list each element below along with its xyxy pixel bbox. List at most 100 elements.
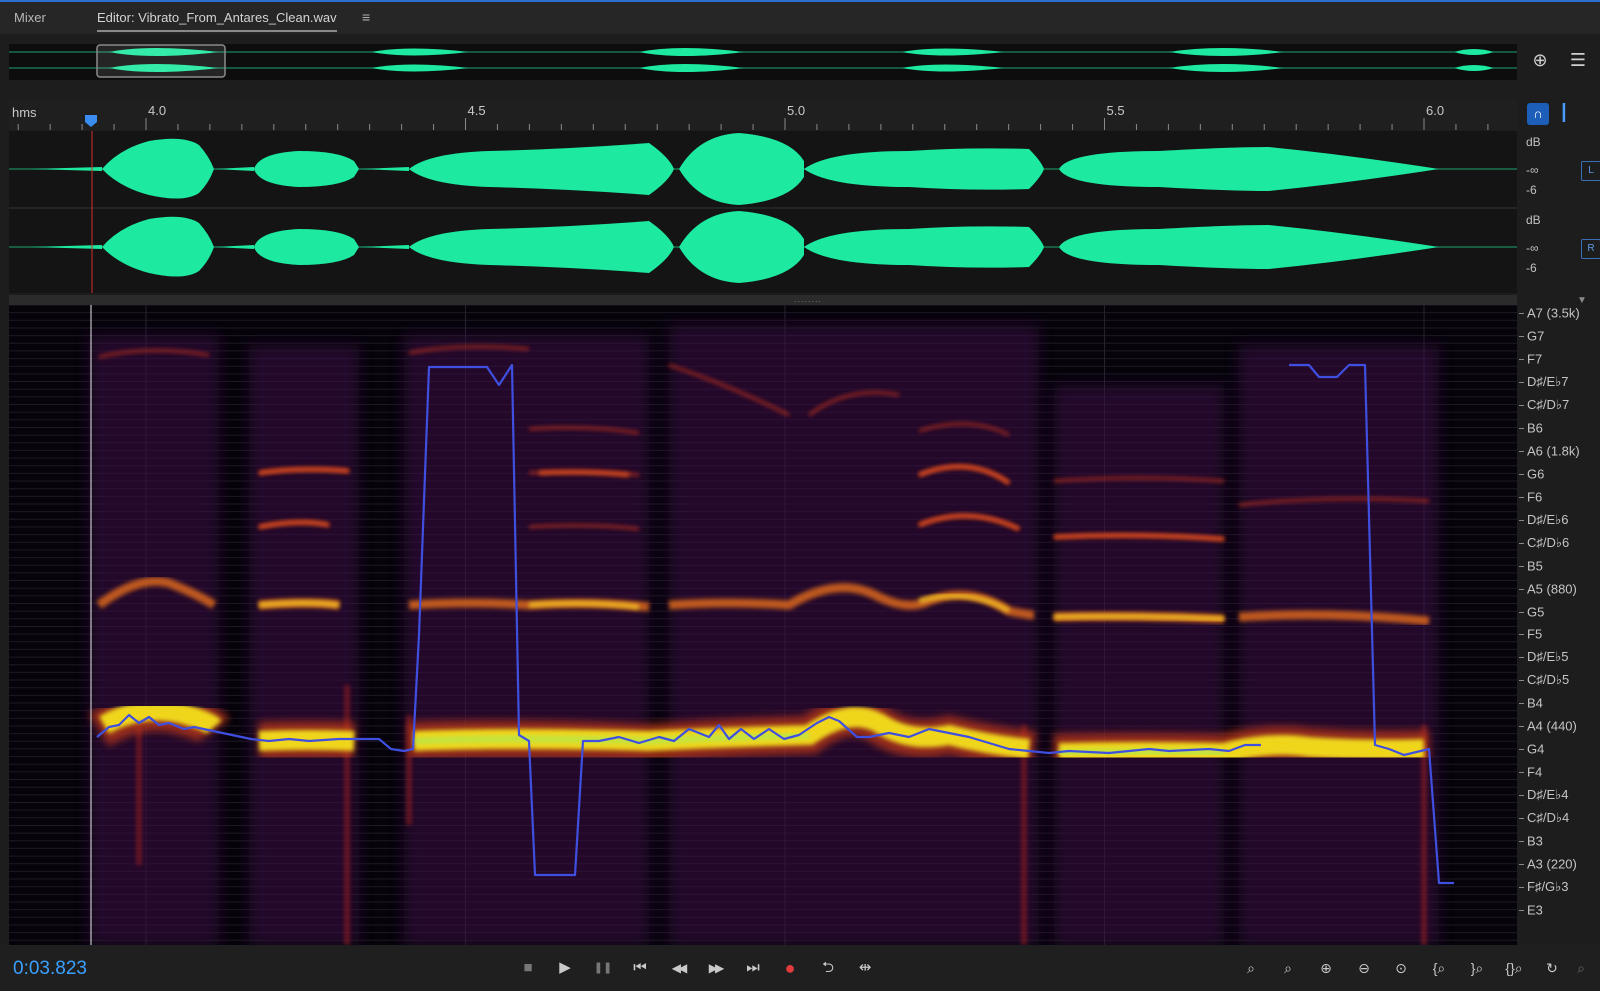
playhead-marker-icon[interactable] (84, 114, 98, 128)
marker-pin-icon[interactable]: ┃ (1556, 103, 1572, 125)
ruler-tick-label: 6.0 (1426, 103, 1444, 118)
pitch-label: G6 (1527, 466, 1545, 482)
pitch-tick (1519, 703, 1524, 705)
zoom-in-amplitude-icon[interactable]: ⌕ (1236, 955, 1266, 981)
left-minus6-label: -6 (1526, 183, 1537, 197)
pitch-label: G7 (1527, 328, 1545, 344)
pitch-tick (1519, 519, 1524, 521)
right-inf-label: -∞ (1526, 241, 1539, 255)
zoom-out-amplitude-icon[interactable]: ⌕ (1273, 955, 1303, 981)
right-channel-wave (29, 211, 1439, 283)
ruler-tick-label: 5.0 (787, 103, 805, 118)
zoom-extra-icon[interactable]: ⌕ (1566, 955, 1596, 981)
current-time-readout[interactable]: 0:03.823 (13, 958, 87, 980)
waveform-display[interactable] (9, 131, 1517, 293)
left-channel-badge[interactable]: L (1581, 161, 1600, 181)
pitch-tick (1519, 611, 1524, 613)
pitch-tick (1519, 313, 1524, 314)
zoom-reset-icon[interactable]: ↻ (1537, 955, 1567, 981)
pitch-label: F7 (1527, 351, 1543, 367)
pitch-label: B6 (1527, 420, 1543, 436)
pitch-tick (1519, 496, 1524, 498)
overview-navigator[interactable] (9, 44, 1517, 80)
right-minus6-label: -6 (1526, 261, 1537, 275)
pitch-label: A5 (880) (1527, 581, 1577, 597)
pitch-label: F5 (1527, 626, 1543, 642)
overview-visible-range[interactable] (96, 44, 226, 78)
right-channel-badge[interactable]: R (1581, 239, 1600, 259)
zoom-selection-icon[interactable]: {}⌕ (1499, 955, 1529, 981)
pitch-tick (1519, 657, 1524, 659)
go-to-end-button[interactable]: ⏭ (739, 955, 767, 981)
ruler-tick-label: 5.5 (1107, 103, 1125, 118)
pitch-label: C♯/D♭7 (1527, 396, 1570, 412)
overview-waveform (9, 44, 1517, 78)
pitch-label: B4 (1527, 695, 1543, 711)
fast-forward-button[interactable]: ▶▶ (701, 955, 729, 981)
pitch-label: F6 (1527, 489, 1543, 505)
pitch-label: F♯/G♭3 (1527, 879, 1569, 895)
pitch-label: D♯/E♭6 (1527, 511, 1569, 527)
zoom-out-time-icon[interactable]: ⊖ (1349, 955, 1379, 981)
transport-bar: 0:03.823 ■ ▶ ❚❚ ⏮ ◀◀ ▶▶ ⏭ ● ⮌ ⇹ ⌕ ⌕ ⊕ ⊖ … (0, 945, 1600, 991)
loop-playback-button[interactable]: ⮌ (814, 955, 842, 981)
panel-tab-bar: Mixer Editor: Vibrato_From_Antares_Clean… (0, 2, 1600, 34)
spectral-canvas (9, 305, 1517, 945)
pitch-tick (1519, 910, 1524, 911)
pitch-label: D♯/E♭4 (1527, 787, 1569, 803)
left-channel-wave (29, 133, 1439, 205)
pause-button[interactable]: ❚❚ (589, 955, 617, 981)
zoom-out-full-icon[interactable]: ⊙ (1386, 955, 1416, 981)
left-db-label: dB (1526, 135, 1541, 149)
pitch-tick (1519, 680, 1524, 682)
view-divider-handle[interactable]: :::::::: (9, 295, 1517, 308)
pitch-tick (1519, 588, 1524, 590)
pitch-tick (1519, 381, 1524, 383)
pitch-tick (1519, 450, 1524, 452)
tab-mixer[interactable]: Mixer (14, 10, 46, 25)
pitch-label: D♯/E♭7 (1527, 373, 1569, 389)
pitch-tick (1519, 749, 1524, 751)
go-to-start-button[interactable]: ⏮ (626, 955, 654, 981)
pitch-label: A3 (220) (1527, 856, 1577, 872)
spectral-pitch-display[interactable] (9, 305, 1517, 945)
time-ruler[interactable]: hms 4.04.55.05.56.06.57.07.58.0 (9, 100, 1517, 130)
right-db-label: dB (1526, 213, 1541, 227)
zoom-in-left-icon[interactable]: {⌕ (1424, 955, 1454, 981)
pitch-tick (1519, 772, 1524, 774)
play-button[interactable]: ▶ (551, 955, 579, 981)
ruler-tick-label: 4.0 (148, 103, 166, 118)
ruler-tick-marks: 4.04.55.05.56.06.57.07.58.0 (17, 103, 1489, 130)
zoom-in-time-icon[interactable]: ⊕ (1311, 955, 1341, 981)
pitch-tick (1519, 795, 1524, 797)
record-button[interactable]: ● (776, 955, 804, 981)
pitch-tick (1519, 887, 1524, 889)
pitch-label: B5 (1527, 558, 1543, 574)
stop-button[interactable]: ■ (514, 955, 542, 981)
skip-selection-button[interactable]: ⇹ (851, 955, 879, 981)
pitch-label: G5 (1527, 604, 1545, 619)
tab-menu-icon[interactable]: ≡ (362, 9, 370, 25)
headphone-icon[interactable]: ∩ (1527, 103, 1549, 125)
pitch-label: D♯/E♭5 (1527, 649, 1569, 665)
pitch-label: E3 (1527, 902, 1543, 918)
pitch-tick (1519, 335, 1524, 337)
pitch-label: A7 (3.5k) (1527, 305, 1580, 321)
pitch-scale: A7 (3.5k) G7 F7 D♯/E♭7 C♯/D♭7 B6 A6 (1.8k) G6 F6… (1519, 305, 1600, 945)
pitch-tick (1519, 634, 1524, 636)
pitch-label: A4 (440) (1527, 718, 1577, 734)
pitch-label: B3 (1527, 833, 1543, 849)
pitch-label: C♯/D♭5 (1527, 672, 1570, 688)
pitch-tick (1519, 565, 1524, 567)
pitch-tick (1519, 542, 1524, 544)
tab-editor[interactable]: Editor: Vibrato_From_Antares_Clean.wav (97, 10, 337, 32)
ruler-tick-label: 4.5 (468, 103, 486, 118)
zoom-navigator-icon[interactable]: ⊕ (1528, 50, 1552, 71)
rewind-button[interactable]: ◀◀ (664, 955, 692, 981)
panel-menu-icon[interactable]: ☰ (1566, 50, 1590, 71)
zoom-in-right-icon[interactable]: }⌕ (1462, 955, 1492, 981)
pitch-tick (1519, 473, 1524, 475)
pitch-label: A6 (1.8k) (1527, 443, 1580, 459)
pitch-tick (1519, 427, 1524, 429)
pitch-label: F4 (1527, 764, 1543, 780)
